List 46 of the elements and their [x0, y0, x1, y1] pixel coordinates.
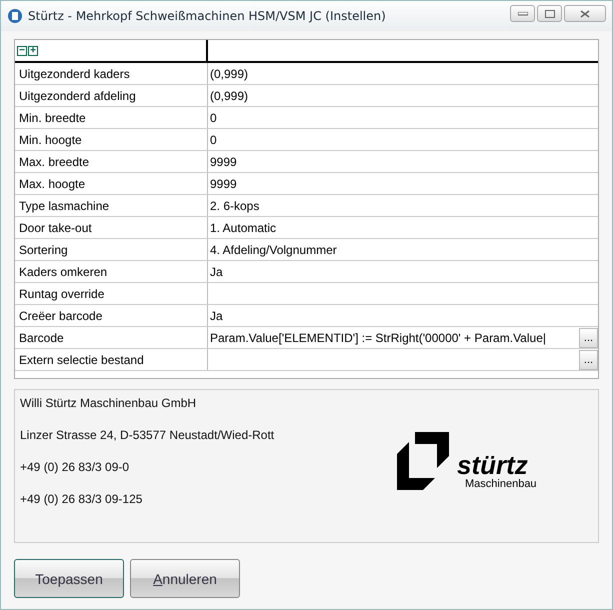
property-value[interactable]: 0	[210, 110, 598, 124]
property-name: Runtag override	[15, 283, 208, 304]
app-icon	[7, 8, 23, 24]
collapse-button[interactable]: −	[17, 46, 27, 56]
close-button[interactable]	[564, 5, 606, 22]
property-name: Min. breedte	[15, 107, 208, 128]
property-value[interactable]: 2. 6-kops	[210, 198, 598, 212]
property-value[interactable]: 9999	[210, 176, 598, 190]
minimize-icon	[518, 12, 528, 16]
window-title: Stürtz - Mehrkopf Schweißmachinen HSM/VSM JC (Instellen)	[28, 9, 386, 23]
cancel-button[interactable]: Annuleren	[130, 559, 240, 598]
logo-name: stürtz	[457, 452, 528, 478]
expand-button[interactable]: +	[28, 46, 38, 56]
property-name: Creëer barcode	[15, 305, 208, 326]
property-name: Extern selectie bestand	[15, 349, 208, 370]
logo-subtitle: Maschinenbau	[465, 478, 537, 490]
property-name: Type lasmachine	[15, 195, 208, 216]
company-info-text: +49 (0) 26 83/3 09-125	[20, 492, 144, 506]
property-name: Max. hoogte	[15, 173, 208, 194]
property-name: Kaders omkeren	[15, 261, 208, 282]
company-info-text: Willi Stürtz Maschinenbau GmbH	[20, 396, 198, 410]
property-value[interactable]: (0,999)	[210, 66, 598, 80]
property-name: Uitgezonderd afdeling	[15, 85, 208, 106]
close-icon	[580, 10, 590, 18]
property-value[interactable]: (0,999)	[210, 88, 598, 102]
property-value[interactable]: 1. Automatic	[210, 220, 598, 234]
property-value[interactable]: Ja	[210, 264, 598, 278]
property-value[interactable]: 4. Afdeling/Volgnummer	[210, 242, 598, 256]
company-info-text: +49 (0) 26 83/3 09-0	[20, 460, 130, 474]
property-value[interactable]: Ja	[210, 308, 598, 322]
property-name: Min. hoogte	[15, 129, 208, 150]
property-value[interactable]: Param.Value['ELEMENTID'] := StrRight('00000' + Param.Value|	[210, 330, 579, 344]
property-value[interactable]: 9999	[210, 154, 598, 168]
apply-button[interactable]: Toepassen	[14, 559, 124, 598]
maximize-button[interactable]	[537, 5, 562, 22]
company-info-text: Linzer Strasse 24, D-53577 Neustadt/Wied-Rott	[20, 428, 274, 442]
ellipsis-button[interactable]: ...	[579, 350, 598, 370]
property-value[interactable]: 0	[210, 132, 598, 146]
maximize-icon	[544, 10, 554, 18]
property-name: Door take-out	[15, 217, 208, 238]
minimize-button[interactable]	[510, 5, 535, 22]
property-name: Barcode	[15, 327, 208, 348]
ellipsis-button[interactable]: ...	[579, 328, 598, 348]
property-name: Max. breedte	[15, 151, 208, 172]
property-name: Uitgezonderd kaders	[15, 63, 208, 84]
property-name: Sortering	[15, 239, 208, 260]
